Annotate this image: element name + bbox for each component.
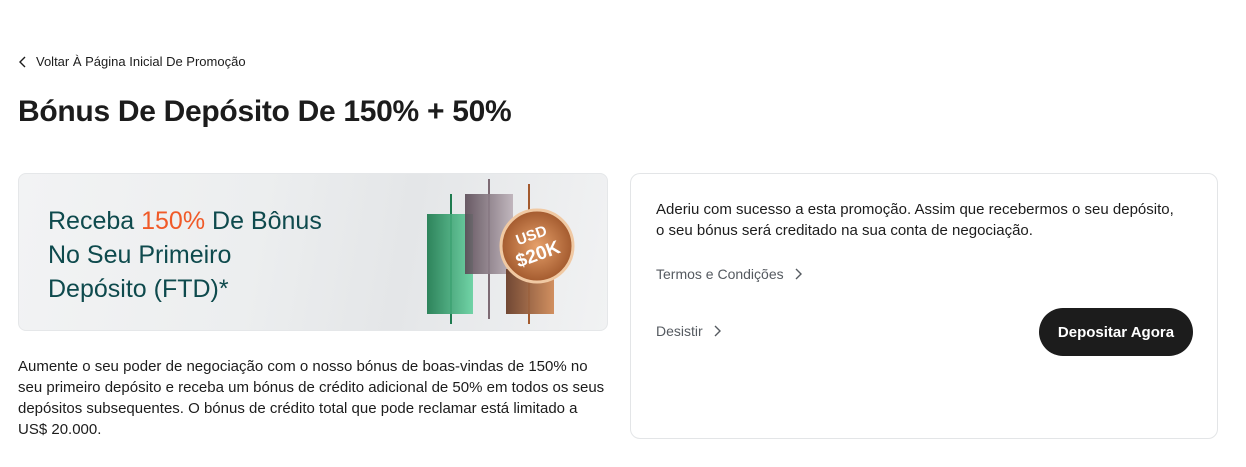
back-to-promotions-link[interactable]: Voltar À Página Inicial De Promoção [18, 54, 246, 69]
opt-out-label: Desistir [656, 323, 703, 339]
deposit-now-button[interactable]: Depositar Agora [1039, 308, 1193, 356]
banner-line3: Depósito (FTD)* [48, 275, 229, 303]
banner-headline: Receba 150% De Bônus No Seu Primeiro Dep… [48, 204, 322, 306]
promo-description: Aumente o seu poder de negociação com o … [18, 358, 605, 438]
chevron-left-icon [19, 56, 26, 67]
chevron-right-icon [714, 325, 721, 337]
promo-banner: Receba 150% De Bônus No Seu Primeiro Dep… [18, 173, 608, 331]
success-message: Aderiu com sucesso a esta promoção. Assi… [656, 201, 1174, 239]
banner-line1-suffix: De Bônus [205, 207, 322, 235]
opt-out-link[interactable]: Desistir [656, 323, 721, 339]
page-title: Bónus De Depósito De 150% + 50% [18, 95, 512, 128]
banner-line2: No Seu Primeiro [48, 241, 232, 269]
candlestick-coin-illustration: USD $20K [427, 179, 575, 324]
chevron-right-icon [795, 268, 802, 280]
banner-accent: 150% [141, 207, 206, 235]
banner-line1-prefix: Receba [48, 207, 142, 235]
promo-status-card: Aderiu com sucesso a esta promoção. Assi… [630, 173, 1218, 439]
terms-link[interactable]: Termos e Condições [656, 266, 802, 282]
terms-label: Termos e Condições [656, 266, 784, 282]
back-link-label: Voltar À Página Inicial De Promoção [36, 54, 246, 69]
